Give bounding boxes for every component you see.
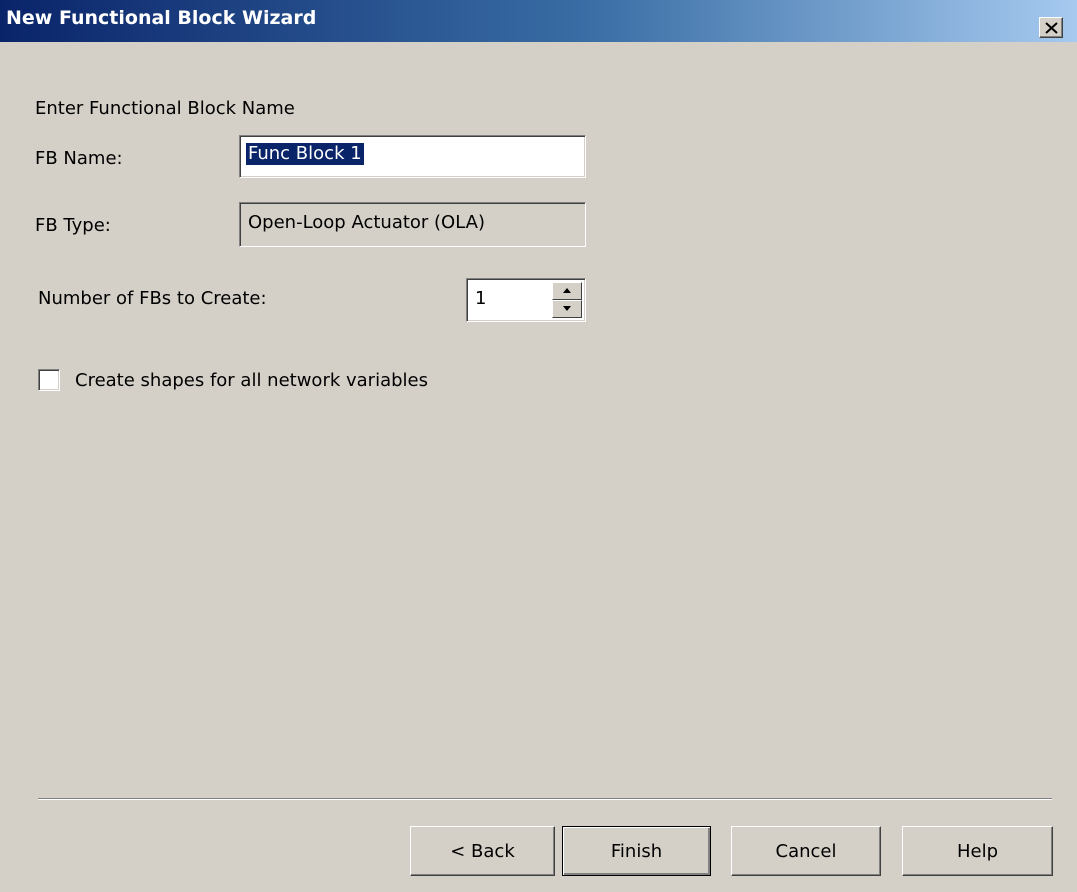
fb-type-value: Open-Loop Actuator (OLA) — [248, 212, 486, 233]
title-bar[interactable]: New Functional Block Wizard — [0, 0, 1077, 42]
count-value: 1 — [475, 288, 487, 309]
form-heading: Enter Functional Block Name — [35, 98, 295, 119]
cancel-button[interactable]: Cancel — [731, 826, 881, 876]
arrow-down-icon — [563, 306, 571, 311]
create-shapes-label[interactable]: Create shapes for all network variables — [75, 370, 428, 391]
separator — [38, 798, 1052, 800]
back-button[interactable]: < Back — [410, 826, 555, 876]
count-stepper[interactable]: 1 — [466, 278, 586, 322]
help-button[interactable]: Help — [902, 826, 1053, 876]
back-button-label: < Back — [450, 840, 515, 862]
arrow-up-icon — [563, 288, 571, 293]
count-label: Number of FBs to Create: — [38, 288, 267, 309]
fb-type-label: FB Type: — [35, 215, 111, 236]
fb-name-value: Func Block 1 — [246, 143, 364, 165]
finish-button[interactable]: Finish — [562, 826, 711, 876]
window-title: New Functional Block Wizard — [6, 7, 317, 29]
fb-name-label: FB Name: — [35, 148, 123, 169]
close-icon — [1045, 22, 1058, 34]
create-shapes-checkbox[interactable] — [38, 369, 60, 391]
finish-button-label: Finish — [610, 840, 663, 862]
fb-name-input[interactable]: Func Block 1 — [239, 135, 586, 178]
fb-type-field: Open-Loop Actuator (OLA) — [239, 202, 586, 247]
spin-up-button[interactable] — [552, 282, 582, 300]
close-button[interactable] — [1039, 17, 1063, 38]
help-button-label: Help — [956, 840, 999, 862]
cancel-button-label: Cancel — [775, 840, 837, 862]
spin-down-button[interactable] — [552, 300, 582, 318]
